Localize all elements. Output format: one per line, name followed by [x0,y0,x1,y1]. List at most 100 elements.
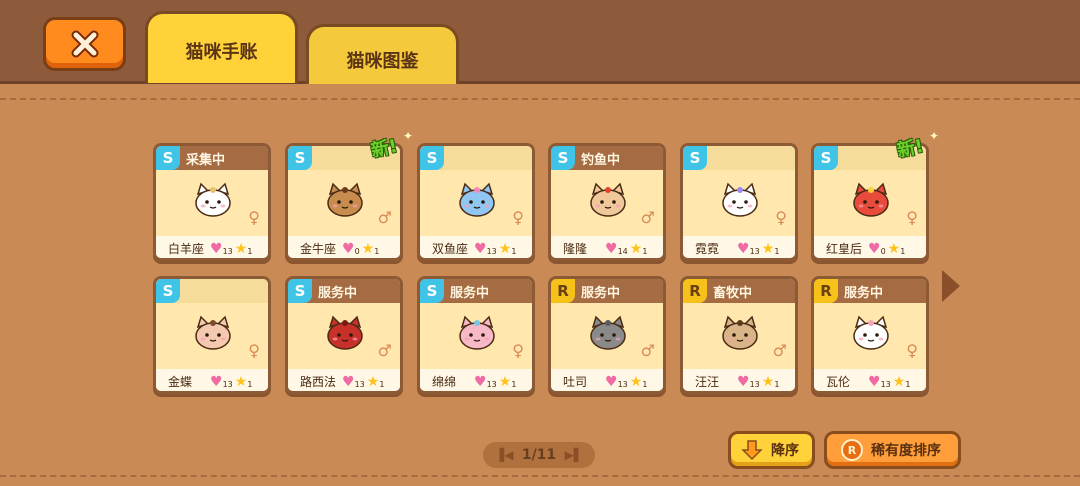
star-count: 1 [642,247,648,256]
cat-card[interactable]: R 服务中 ♀ 瓦伦 ♥ 13 ★ 1 [811,276,929,394]
male-icon: ♂ [772,341,787,360]
rarity-badge: S [420,146,444,170]
cat-card[interactable]: S ♀ 双鱼座 ♥ 13 ★ 1 [417,143,535,261]
heart-icon: ♥ [737,240,750,257]
heart-icon: ♥ [342,373,355,390]
card-portrait-area: ♂ [551,170,663,236]
cat-name: 红皇后 [826,242,863,256]
next-page-arrow-icon[interactable] [940,268,962,304]
star-count: 1 [905,380,911,389]
female-icon: ♀ [775,208,787,227]
card-header: R 服务中 [814,279,926,303]
card-portrait-area: ♀ [420,303,532,369]
affection-count: 13 [880,380,891,389]
sparkle-icon: ✦ [403,129,414,143]
cat-name: 汪汪 [695,375,720,389]
cat-card[interactable]: S 钓鱼中 ♂ 隆隆 ♥ 14 ★ 1 [548,143,666,261]
sort-descending-label: 降序 [771,443,799,459]
rarity-medal-icon: R [841,439,863,461]
heart-icon: ♥ [342,240,355,257]
male-icon: ♂ [377,341,392,360]
cat-name: 吐司 [563,375,588,389]
card-footer: 金牛座 ♥ 0 ★ 1 [288,236,400,258]
pager: ▐◀ 1/11 ▶▌ [483,442,595,468]
star-count: 1 [774,247,780,256]
star-count: 1 [379,380,385,389]
heart-icon: ♥ [605,240,618,257]
cat-card[interactable]: R 畜牧中 ♂ 汪汪 ♥ 13 ★ 1 [680,276,798,394]
card-header: S 采集中 [156,146,268,170]
star-icon: ★ [892,373,906,390]
card-portrait-area: ♀ [814,170,926,236]
star-icon: ★ [366,373,380,390]
tab-cat-journal[interactable]: 猫咪手账 [145,11,298,83]
close-button[interactable] [43,17,126,71]
sort-by-rarity-label: 稀有度排序 [871,443,941,459]
sort-descending-button[interactable]: 降序 [728,431,815,469]
star-icon: ★ [234,240,248,257]
sort-by-rarity-button[interactable]: R 稀有度排序 [824,431,961,469]
tab-cat-album-label: 猫咪图鉴 [346,51,419,72]
rarity-badge: R [551,279,575,303]
card-portrait-area: ♂ [551,303,663,369]
cat-name: 金蝶 [168,375,193,389]
card-header: R 畜牧中 [683,279,795,303]
cat-name: 白羊座 [168,242,205,256]
cat-card[interactable]: S 采集中 ♀ 白羊座 ♥ 13 ★ 1 [153,143,271,261]
cat-portrait-icon [853,182,889,217]
card-footer: 绵绵 ♥ 13 ★ 1 [420,369,532,391]
cat-card[interactable]: S ♀ 霓霓 ♥ 13 ★ 1 [680,143,798,261]
card-header: S [156,279,268,303]
card-portrait-area: ♂ [288,303,400,369]
cat-name: 双鱼座 [432,242,469,256]
next-page-icon[interactable]: ▶▌ [565,448,583,462]
card-footer: 隆隆 ♥ 14 ★ 1 [551,236,663,258]
activity-status: 服务中 [318,286,358,301]
card-header: S 钓鱼中 [551,146,663,170]
heart-icon: ♥ [605,373,618,390]
card-portrait-area: ♂ [683,303,795,369]
star-count: 1 [511,247,517,256]
tab-cat-album[interactable]: 猫咪图鉴 [306,24,459,84]
cat-card[interactable]: S 服务中 ♀ 绵绵 ♥ 13 ★ 1 [417,276,535,394]
card-footer: 霓霓 ♥ 13 ★ 1 [683,236,795,258]
cat-portrait-icon [327,182,363,217]
female-icon: ♀ [906,208,918,227]
star-icon: ★ [498,373,512,390]
stitch-line-bottom [0,475,1080,477]
card-portrait-area: ♂ [288,170,400,236]
heart-icon: ♥ [868,240,881,257]
affection-count: 13 [617,380,628,389]
heart-icon: ♥ [474,240,487,257]
star-count: 1 [900,247,906,256]
affection-count: 0 [880,247,886,256]
activity-status: 服务中 [450,286,490,301]
rarity-badge: S [683,146,707,170]
cat-card[interactable]: S ♀ 金蝶 ♥ 13 ★ 1 [153,276,271,394]
rarity-badge: S [814,146,838,170]
affection-count: 0 [354,247,360,256]
cat-portrait-icon [853,315,889,350]
affection-count: 13 [486,247,497,256]
rarity-badge: S [420,279,444,303]
activity-status: 采集中 [186,153,226,168]
cat-portrait-icon [459,315,495,350]
cat-name: 瓦伦 [826,375,851,389]
rarity-badge: S [288,146,312,170]
close-icon [71,30,98,58]
card-header: S 服务中 [288,279,400,303]
cat-card[interactable]: R 服务中 ♂ 吐司 ♥ 13 ★ 1 [548,276,666,394]
card-footer: 路西法 ♥ 13 ★ 1 [288,369,400,391]
star-icon: ★ [498,240,512,257]
cat-card[interactable]: S 服务中 ♂ 路西法 ♥ 13 ★ 1 [285,276,403,394]
cat-portrait-icon [195,182,231,217]
heart-icon: ♥ [868,373,881,390]
prev-page-icon[interactable]: ▐◀ [495,448,513,462]
card-footer: 红皇后 ♥ 0 ★ 1 [814,236,926,258]
affection-count: 13 [222,380,233,389]
affection-count: 13 [749,380,760,389]
cat-name: 霓霓 [695,242,720,256]
heart-icon: ♥ [210,373,223,390]
card-footer: 吐司 ♥ 13 ★ 1 [551,369,663,391]
rarity-badge: S [156,146,180,170]
